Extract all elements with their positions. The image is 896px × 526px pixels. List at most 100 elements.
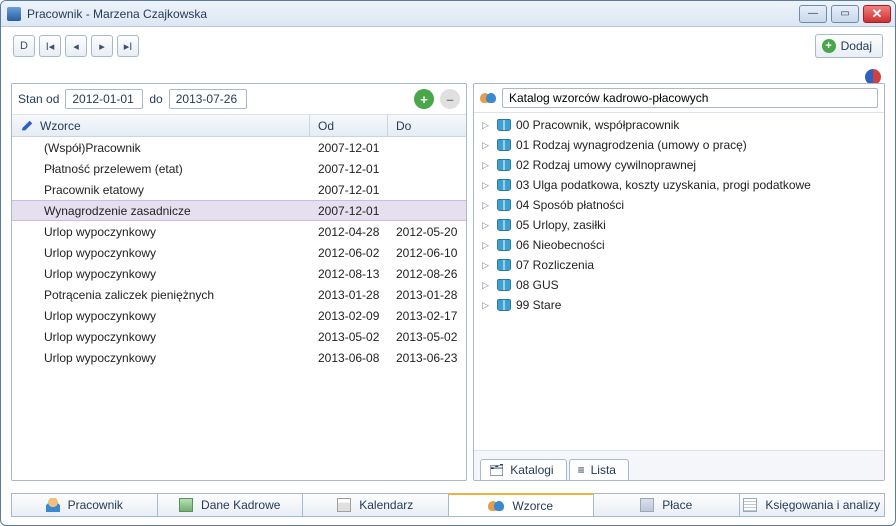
cell-do: 2013-06-23 [388,351,466,365]
cell-od: 2013-02-09 [310,309,388,323]
maximize-button[interactable]: ▭ [831,5,859,23]
cell-do: 2012-05-20 [388,225,466,239]
tree-item[interactable]: ▷ 04 Sposób płatności [478,195,880,215]
cell-do: 2013-01-28 [388,288,466,302]
close-button[interactable]: ✕ [863,5,891,23]
tree-item[interactable]: ▷06 Nieobecności [478,235,880,255]
table-row[interactable]: Urlop wypoczynkowy2012-06-022012-06-10 [12,242,466,263]
stan-od-label: Stan od [18,92,59,106]
tab-wzorce[interactable]: Wzorce [448,493,595,517]
cell-od: 2013-06-08 [310,351,388,365]
chevron-right-icon[interactable]: ▷ [482,300,492,311]
add-button[interactable]: + Dodaj [815,34,883,58]
table-row[interactable]: (Współ)Pracownik2007-12-01 [12,137,466,158]
book-icon [497,279,511,291]
table-row[interactable]: Urlop wypoczynkowy2013-05-022013-05-02 [12,326,466,347]
tree-item[interactable]: ▷ 08 GUS [478,275,880,295]
tab-kalendarz[interactable]: Kalendarz [302,493,449,517]
catalog-tree[interactable]: ▷ 00 Pracownik, współpracownik ▷ 01 Rodzaj … [474,113,884,450]
date-from-input[interactable] [65,89,143,109]
book-icon [497,159,511,171]
right-tabs: 🗂 Katalogi ≡ Lista [474,450,884,480]
titlebar: Pracownik - Marzena Czajkowska — ▭ ✕ [1,1,895,27]
tree-item-label: 07 Rozliczenia [516,258,594,272]
chevron-right-icon[interactable]: ▷ [482,200,492,211]
tree-item-label: 04 Sposób płatności [516,198,624,212]
bottom-tabs: Pracownik Dane Kadrowe Kalendarz Wzorce … [1,489,895,525]
chevron-right-icon[interactable]: ▷ [482,260,492,271]
tree-item-label: 00 Pracownik, współpracownik [516,118,679,132]
cell-name: Potrącenia zaliczek pieniężnych [36,288,310,302]
col-wzorce[interactable]: Wzorce [12,115,310,136]
chevron-right-icon[interactable]: ▷ [482,240,492,251]
tab-place[interactable]: Płace [593,493,740,517]
date-to-input[interactable] [169,89,247,109]
tree-item-label: 03 Ulga podatkowa, koszty uzyskania, pro… [516,178,811,192]
cell-od: 2012-04-28 [310,225,388,239]
cell-name: Płatność przelewem (etat) [36,162,310,176]
cell-od: 2013-01-28 [310,288,388,302]
table-row[interactable]: Urlop wypoczynkowy2013-06-082013-06-23 [12,347,466,368]
table-row[interactable]: Wynagrodzenie zasadnicze2007-12-01 [12,200,466,221]
grid-body[interactable]: (Współ)Pracownik2007-12-01Płatność przel… [12,137,466,480]
tree-item[interactable]: ▷ 00 Pracownik, współpracownik [478,115,880,135]
cell-name: Urlop wypoczynkowy [36,267,310,281]
cell-name: Urlop wypoczynkowy [36,330,310,344]
chevron-right-icon[interactable]: ▷ [482,280,492,291]
table-row[interactable]: Urlop wypoczynkowy2013-02-092013-02-17 [12,305,466,326]
filter-add-button[interactable]: + [414,89,434,109]
tree-item[interactable]: ▷ 01 Rodzaj wynagrodzenia (umowy o pracę) [478,135,880,155]
chevron-right-icon[interactable]: ▷ [482,160,492,171]
tab-dane-kadrowe[interactable]: Dane Kadrowe [157,493,304,517]
filter-row: Stan od do + – [12,84,466,115]
tree-item[interactable]: ▷02 Rodzaj umowy cywilnoprawnej [478,155,880,175]
cell-do: 2012-06-10 [388,246,466,260]
tree-item-label: 01 Rodzaj wynagrodzenia (umowy o pracę) [516,138,747,152]
cell-od: 2007-12-01 [310,141,388,155]
nav-start-icon[interactable]: D [13,35,35,57]
tab-pracownik[interactable]: Pracownik [11,493,158,517]
book-icon [497,119,511,131]
filter-remove-button[interactable]: – [440,89,460,109]
cell-od: 2013-05-02 [310,330,388,344]
col-od[interactable]: Od [310,115,388,136]
catalog-title-input[interactable] [502,88,878,108]
cell-od: 2007-12-01 [310,162,388,176]
tab-ksiegowania[interactable]: Księgowania i analizy [739,493,886,517]
book-icon [497,259,511,271]
tree-item[interactable]: ▷ 03 Ulga podatkowa, koszty uzyskania, pr… [478,175,880,195]
cell-name: Wynagrodzenie zasadnicze [36,204,310,218]
tree-item[interactable]: ▷05 Urlopy, zasiłki [478,215,880,235]
nav-prev-icon[interactable]: ◂ [65,35,87,57]
tree-item[interactable]: ▷99 Stare [478,295,880,315]
table-row[interactable]: Urlop wypoczynkowy2012-08-132012-08-26 [12,263,466,284]
cell-name: Urlop wypoczynkowy [36,246,310,260]
tree-item-label: 08 GUS [516,278,559,292]
table-row[interactable]: Potrącenia zaliczek pieniężnych2013-01-2… [12,284,466,305]
col-do[interactable]: Do [388,115,466,136]
chevron-right-icon[interactable]: ▷ [482,220,492,231]
people-icon [480,91,496,105]
table-row[interactable]: Pracownik etatowy2007-12-01 [12,179,466,200]
plus-icon: + [822,39,836,53]
tab-katalogi[interactable]: 🗂 Katalogi [480,459,567,480]
cell-od: 2012-06-02 [310,246,388,260]
document-icon [179,498,193,512]
tree-item[interactable]: ▷ 07 Rozliczenia [478,255,880,275]
app-icon [7,7,21,21]
tree-icon: 🗂 [489,463,504,477]
chevron-right-icon[interactable]: ▷ [482,180,492,191]
book-icon [497,139,511,151]
nav-next-icon[interactable]: ▸ [91,35,113,57]
cell-do: 2013-02-17 [388,309,466,323]
nav-first-icon[interactable]: I◂ [39,35,61,57]
nav-last-icon[interactable]: ▸I [117,35,139,57]
table-row[interactable]: Płatność przelewem (etat)2007-12-01 [12,158,466,179]
chevron-right-icon[interactable]: ▷ [482,140,492,151]
tab-lista[interactable]: ≡ Lista [569,459,629,480]
chevron-right-icon[interactable]: ▷ [482,120,492,131]
book-icon [497,219,511,231]
table-row[interactable]: Urlop wypoczynkowy2012-04-282012-05-20 [12,221,466,242]
cell-name: (Współ)Pracownik [36,141,310,155]
minimize-button[interactable]: — [799,5,827,23]
